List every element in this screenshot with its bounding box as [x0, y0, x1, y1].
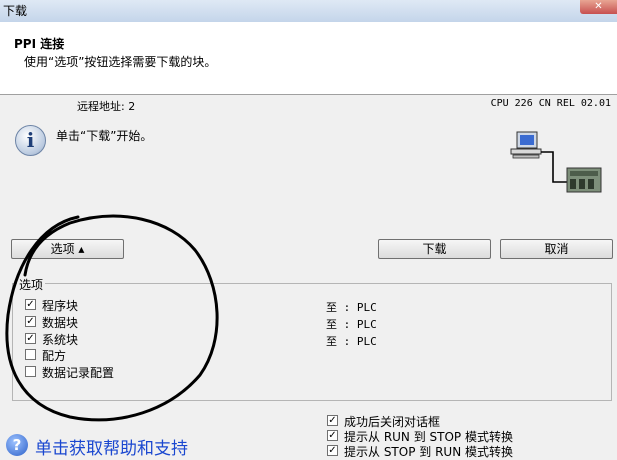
connection-title: PPI 连接: [14, 37, 65, 51]
option-label: 数据块: [42, 316, 79, 330]
download-button[interactable]: 下载: [378, 239, 491, 259]
option-label: 系统块: [42, 333, 79, 347]
header-panel: PPI 连接 使用“选项”按钮选择需要下载的块。: [0, 22, 617, 95]
option-destination: 至 : PLC: [326, 301, 377, 314]
window-title: 下载: [3, 4, 28, 18]
remote-address: 远程地址: 2: [77, 100, 136, 113]
option-destination: 至 : PLC: [326, 318, 377, 331]
info-message: 单击“下载”开始。: [56, 129, 153, 143]
pc-to-plc-network-icon: [510, 131, 602, 193]
help-support-link[interactable]: 单击获取帮助和支持: [35, 434, 188, 459]
cancel-button[interactable]: 取消: [500, 239, 613, 259]
options-group: [12, 283, 612, 401]
options-button[interactable]: 选项 ▴: [11, 239, 124, 259]
option-label: 数据记录配置: [42, 366, 115, 380]
checkbox[interactable]: ✓: [327, 430, 338, 441]
title-bar: 下载 ✕: [0, 0, 617, 23]
checkbox[interactable]: ✓: [25, 299, 36, 310]
checkbox[interactable]: [25, 349, 36, 360]
option-label: 配方: [42, 349, 67, 363]
checkbox[interactable]: ✓: [25, 333, 36, 344]
option-label: 提示从 STOP 到 RUN 模式转换: [344, 445, 513, 459]
help-icon[interactable]: ?: [6, 434, 28, 456]
checkbox[interactable]: ✓: [327, 415, 338, 426]
info-icon: i: [15, 125, 46, 156]
header-subtitle: 使用“选项”按钮选择需要下载的块。: [24, 55, 217, 69]
cpu-info: CPU 226 CN REL 02.01: [490, 98, 611, 109]
option-label: 程序块: [42, 299, 79, 313]
options-group-title: 选项: [17, 276, 46, 293]
option-destination: 至 : PLC: [326, 335, 377, 348]
checkbox[interactable]: ✓: [25, 316, 36, 327]
checkbox[interactable]: [25, 366, 36, 377]
close-button[interactable]: ✕: [580, 0, 617, 14]
